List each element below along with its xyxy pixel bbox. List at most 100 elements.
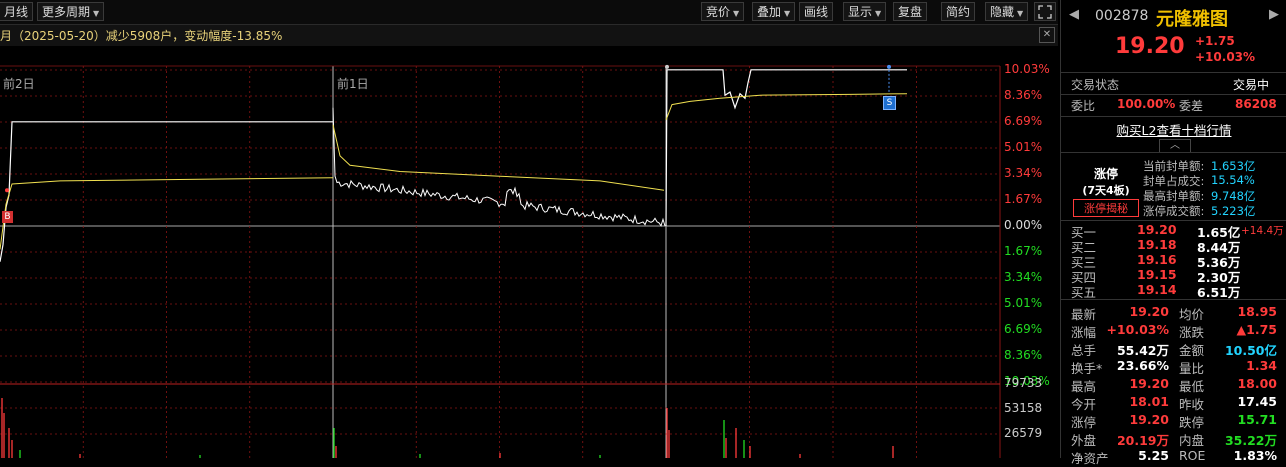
- sell-dot: [887, 64, 891, 69]
- trade-status: 交易状态 交易中: [1071, 78, 1270, 92]
- percent-tick-down: 6.69%: [1004, 322, 1043, 336]
- quote-value: 18.01: [1129, 394, 1169, 409]
- limit-stat-row: 封单占成交: 15.54%: [1061, 173, 1286, 189]
- chevron-down-icon: ▼: [1017, 9, 1024, 18]
- quote-label: 外盘: [1071, 433, 1097, 448]
- quote-label: 最低: [1179, 379, 1205, 394]
- limit-stat-label: 最高封单额:: [1143, 189, 1205, 203]
- percent-tick-up: 8.36%: [1004, 87, 1043, 102]
- quote-label: 内盘: [1179, 433, 1205, 448]
- limit-stat-value: 9.748亿: [1211, 189, 1256, 203]
- volume-tick: 79733: [1004, 376, 1043, 390]
- bid-price: 19.20: [1137, 222, 1177, 237]
- quote-value: 20.19万: [1116, 433, 1169, 448]
- quote-value: 35.22万: [1224, 433, 1277, 448]
- quote-value: 55.42万: [1116, 343, 1169, 358]
- bid-price: 19.14: [1137, 282, 1177, 297]
- prev-stock-icon[interactable]: ◀: [1069, 7, 1079, 22]
- shareholder-change-text: 月（2025-05-20）减少5908户，变动幅度-13.85%: [0, 29, 283, 43]
- chevron-down-icon: ▼: [875, 9, 882, 18]
- quote-row: 涨幅 +10.03% 涨跌 ▲1.75: [1061, 322, 1286, 340]
- fullscreen-icon[interactable]: [1034, 2, 1056, 21]
- quote-label: 金额: [1179, 343, 1205, 358]
- percent-tick-down: 1.67%: [1004, 244, 1043, 258]
- percent-tick-down: 3.34%: [1004, 270, 1043, 284]
- quote-row: 净资产 5.25 ROE 1.83%: [1061, 448, 1286, 466]
- quote-value: 10.50亿: [1224, 343, 1277, 358]
- quote-value: +10.03%: [1106, 322, 1169, 337]
- quote-value: 1.34: [1246, 358, 1277, 373]
- quote-label: 涨跌: [1179, 325, 1205, 340]
- percent-tick-up: 5.01%: [1004, 139, 1043, 154]
- stock-header: ◀ 002878 元隆雅图 ▶: [1061, 6, 1286, 30]
- limit-stat-label: 涨停成交额:: [1143, 204, 1205, 218]
- limit-stat-value: 15.54%: [1211, 173, 1255, 187]
- quote-value: 18.00: [1237, 376, 1277, 391]
- quote-value: 19.20: [1129, 304, 1169, 319]
- intraday-chart[interactable]: [0, 46, 1058, 458]
- draw-line-button[interactable]: 画线: [799, 2, 834, 21]
- percent-tick-up: 6.69%: [1004, 113, 1043, 128]
- close-icon[interactable]: ✕: [1039, 27, 1055, 43]
- quote-value: ▲1.75: [1236, 322, 1277, 337]
- quote-value: 15.71: [1237, 412, 1277, 427]
- shareholder-info-bar: 月（2025-05-20）减少5908户，变动幅度-13.85% ✕: [0, 25, 1058, 47]
- bid-row[interactable]: 买五 19.14 6.51万: [1061, 282, 1286, 300]
- simple-button[interactable]: 简约: [941, 2, 976, 21]
- limit-stat-label: 封单占成交:: [1143, 174, 1205, 188]
- chart-background: [0, 46, 1058, 458]
- tab-monthly[interactable]: 月线: [0, 2, 34, 21]
- replay-button[interactable]: 复盘: [893, 2, 928, 21]
- bid-row[interactable]: 买一 19.20 1.65亿 +14.4万: [1061, 222, 1286, 240]
- percent-tick-zero: 0.00%: [1004, 218, 1043, 232]
- quote-label: 昨收: [1179, 397, 1205, 412]
- hide-button[interactable]: 隐藏 ▼: [985, 2, 1029, 21]
- quote-value: 19.20: [1129, 376, 1169, 391]
- overlay-button[interactable]: 叠加 ▼: [752, 2, 796, 21]
- bid-row[interactable]: 买二 19.18 8.44万: [1061, 237, 1286, 255]
- price-change-pct: +10.03%: [1195, 50, 1256, 64]
- bid-row[interactable]: 买三 19.16 5.36万: [1061, 252, 1286, 270]
- chevron-down-icon: ▼: [733, 9, 740, 18]
- auction-button[interactable]: 竞价 ▼: [701, 2, 745, 21]
- bid-row[interactable]: 买四 19.15 2.30万: [1061, 267, 1286, 285]
- quote-label: 涨停: [1071, 415, 1097, 430]
- limit-stat-value: 1.653亿: [1211, 159, 1256, 173]
- bid-price: 19.15: [1137, 267, 1177, 282]
- quote-row: 涨停 19.20 跌停 15.71: [1061, 412, 1286, 430]
- buy-marker[interactable]: B: [2, 211, 13, 223]
- quote-value: 17.45: [1237, 394, 1277, 409]
- more-period-dropdown[interactable]: 更多周期 ▼: [37, 2, 105, 21]
- bid-price: 19.16: [1137, 252, 1177, 267]
- quote-label: ROE: [1179, 448, 1206, 463]
- limit-stat-label: 当前封单额:: [1143, 159, 1205, 173]
- limit-stat-value: 5.223亿: [1211, 204, 1256, 218]
- quote-label: 跌停: [1179, 415, 1205, 430]
- quote-value: 5.25: [1138, 448, 1169, 463]
- quote-label: 涨幅: [1071, 325, 1097, 340]
- quote-label: 今开: [1071, 397, 1097, 412]
- stock-code: 002878: [1095, 8, 1149, 24]
- quote-row: 总手 55.42万 金额 10.50亿: [1061, 340, 1286, 358]
- buy-dot: [5, 188, 9, 193]
- day-label-1: 前1日: [337, 77, 369, 91]
- collapse-icon[interactable]: ︿: [1159, 139, 1191, 152]
- percent-tick-up: 3.34%: [1004, 165, 1043, 180]
- quote-value: 1.83%: [1233, 448, 1277, 463]
- bid-price: 19.18: [1137, 237, 1177, 252]
- quote-label: 最新: [1071, 307, 1097, 322]
- quote-label: 最高: [1071, 379, 1097, 394]
- sell-marker[interactable]: S: [883, 96, 896, 110]
- display-button[interactable]: 显示 ▼: [843, 2, 887, 21]
- volume-tick: 53158: [1004, 401, 1043, 415]
- limit-open-dot: [665, 64, 669, 69]
- limit-stat-row: 最高封单额: 9.748亿: [1061, 188, 1286, 204]
- percent-tick-down: 8.36%: [1004, 348, 1043, 362]
- day-label-2: 前2日: [3, 77, 35, 91]
- quote-value: 19.20: [1129, 412, 1169, 427]
- limit-stat-row: 涨停成交额: 5.223亿: [1061, 203, 1286, 219]
- next-stock-icon[interactable]: ▶: [1269, 7, 1279, 22]
- l2-link[interactable]: 购买L2查看十档行情: [1061, 120, 1286, 138]
- quote-value: 18.95: [1237, 304, 1277, 319]
- stock-name: 元隆雅图: [1156, 9, 1228, 30]
